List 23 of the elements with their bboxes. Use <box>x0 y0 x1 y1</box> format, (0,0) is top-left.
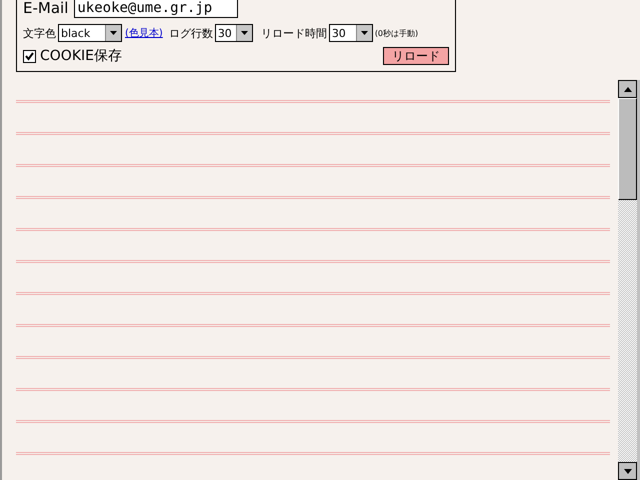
dropdown[interactable]: 30 <box>214 24 253 42</box>
scroll-up-button[interactable] <box>618 80 637 98</box>
color-sample-link[interactable]: (色見本) <box>125 26 163 40</box>
reload-time-label: リロード時間 <box>260 26 327 40</box>
log-lines-label: ログ行数 <box>168 26 213 40</box>
cookie-label: COOKIE保存 <box>40 47 122 65</box>
caret-icon <box>105 25 121 41</box>
cookie-checkbox[interactable] <box>23 50 36 62</box>
scroll-thumb[interactable] <box>618 98 637 200</box>
email-label: E-Mail <box>23 0 68 17</box>
up-arrow-icon <box>624 86 632 92</box>
down-arrow-icon <box>624 468 632 474</box>
text-color-label: 文字色 <box>23 26 56 40</box>
scrollbar[interactable] <box>618 80 637 480</box>
caret-icon <box>236 25 252 41</box>
reload-button[interactable]: リロード <box>383 47 449 65</box>
scroll-down-button[interactable] <box>618 462 637 480</box>
caret-icon <box>356 25 372 41</box>
reload-note: (0秒は手動) <box>374 28 418 38</box>
dropdown[interactable]: 30 <box>328 24 373 42</box>
email-field[interactable]: ukeoke@ume.gr.jp <box>74 0 238 18</box>
check-icon <box>25 52 34 60</box>
dropdown[interactable]: black <box>58 24 122 42</box>
